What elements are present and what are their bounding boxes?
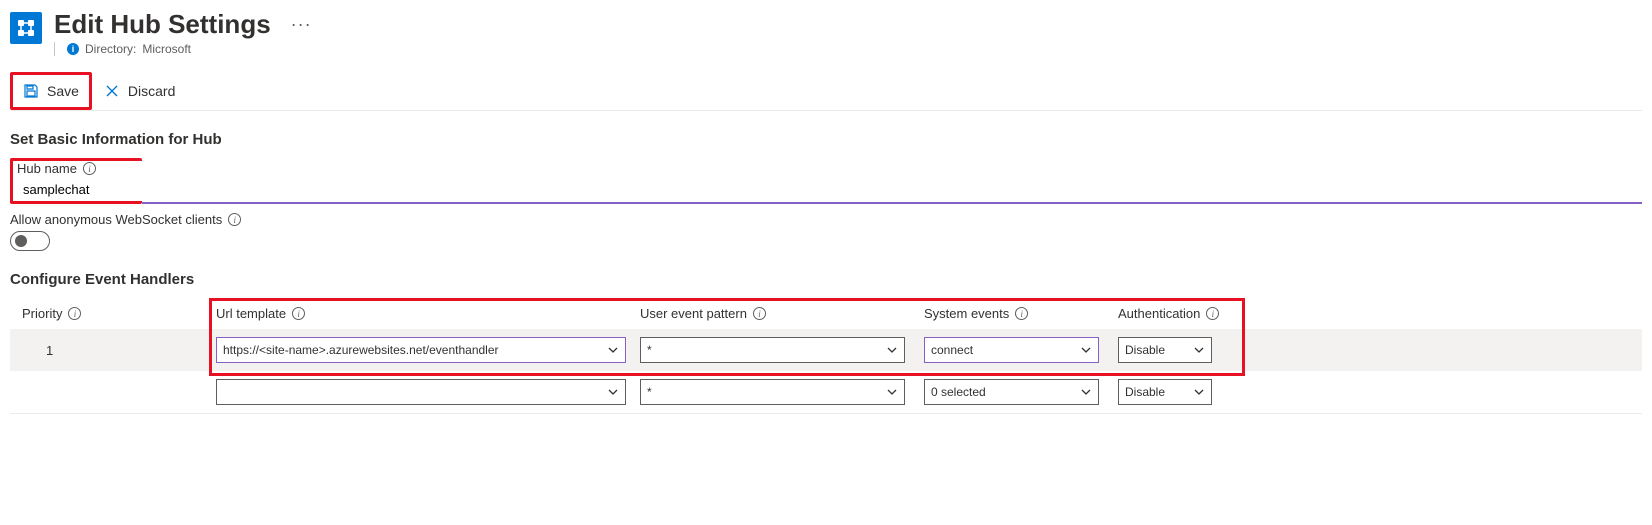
directory-value: Microsoft	[142, 42, 191, 56]
col-system-label: System events	[924, 306, 1009, 321]
basic-info-section: Set Basic Information for Hub Hub name i…	[10, 131, 1642, 251]
url-template-value: https://<site-name>.azurewebsites.net/ev…	[223, 343, 607, 357]
page-header: Edit Hub Settings ··· i Directory: Micro…	[10, 10, 1642, 60]
col-user-event: User event pattern i	[640, 306, 920, 321]
event-handlers-section: Configure Event Handlers Priority i Url …	[10, 271, 1642, 414]
info-icon[interactable]: i	[228, 213, 241, 226]
authentication-select[interactable]: Disable	[1118, 379, 1212, 405]
info-icon[interactable]: i	[753, 307, 766, 320]
info-icon[interactable]: i	[1015, 307, 1028, 320]
hub-name-input[interactable]	[142, 179, 1642, 204]
hub-name-field: Hub name i	[10, 158, 1642, 204]
col-priority: Priority i	[22, 306, 212, 321]
col-authentication: Authentication i	[1118, 306, 1630, 321]
info-icon[interactable]: i	[83, 162, 96, 175]
authentication-value: Disable	[1125, 385, 1193, 399]
chevron-down-icon	[1080, 344, 1092, 356]
user-event-input[interactable]: *	[640, 379, 905, 405]
close-icon	[104, 83, 120, 99]
system-events-value: 0 selected	[931, 385, 1080, 399]
hub-name-label: Hub name	[17, 161, 77, 176]
allow-anon-toggle[interactable]	[10, 231, 50, 251]
priority-value: 1	[22, 343, 212, 358]
chevron-down-icon	[607, 386, 619, 398]
table-row: * 0 selected Disable	[10, 371, 1642, 414]
hub-name-input-part[interactable]	[17, 178, 138, 201]
chevron-down-icon	[1193, 386, 1205, 398]
col-url-template: Url template i	[216, 306, 636, 321]
info-icon[interactable]: i	[292, 307, 305, 320]
allow-anon-label: Allow anonymous WebSocket clients	[10, 212, 222, 227]
directory-label: Directory:	[85, 42, 136, 56]
user-event-value: *	[647, 385, 886, 399]
col-url-label: Url template	[216, 306, 286, 321]
resource-icon	[10, 12, 42, 44]
col-system-events: System events i	[924, 306, 1114, 321]
col-priority-label: Priority	[22, 306, 62, 321]
basic-section-title: Set Basic Information for Hub	[10, 131, 1642, 148]
info-icon[interactable]: i	[1206, 307, 1219, 320]
chevron-down-icon	[1193, 344, 1205, 356]
save-icon	[23, 83, 39, 99]
info-icon: i	[67, 43, 79, 55]
col-user-label: User event pattern	[640, 306, 747, 321]
handlers-table-wrap: Priority i Url template i User event pat…	[10, 298, 1642, 414]
system-events-select[interactable]: connect	[924, 337, 1099, 363]
chevron-down-icon	[886, 344, 898, 356]
page-title: Edit Hub Settings	[54, 10, 271, 38]
url-template-input[interactable]: https://<site-name>.azurewebsites.net/ev…	[216, 337, 626, 363]
col-auth-label: Authentication	[1118, 306, 1200, 321]
system-events-value: connect	[931, 343, 1080, 357]
user-event-input[interactable]: *	[640, 337, 905, 363]
discard-button[interactable]: Discard	[94, 75, 185, 107]
header-text-block: Edit Hub Settings ··· i Directory: Micro…	[54, 10, 312, 56]
discard-label: Discard	[128, 83, 175, 99]
highlight-hubname: Hub name i	[10, 158, 142, 204]
toggle-knob	[15, 235, 27, 247]
directory-row: i Directory: Microsoft	[54, 42, 312, 56]
url-template-input[interactable]	[216, 379, 626, 405]
table-header: Priority i Url template i User event pat…	[10, 298, 1642, 329]
handlers-section-title: Configure Event Handlers	[10, 271, 1642, 288]
table-row: 1 https://<site-name>.azurewebsites.net/…	[10, 329, 1642, 371]
handlers-table: Priority i Url template i User event pat…	[10, 298, 1642, 414]
more-actions-button[interactable]: ···	[291, 14, 312, 35]
highlight-save: Save	[10, 72, 92, 110]
command-bar: Save Discard	[10, 72, 1642, 111]
chevron-down-icon	[1080, 386, 1092, 398]
info-icon[interactable]: i	[68, 307, 81, 320]
system-events-select[interactable]: 0 selected	[924, 379, 1099, 405]
hub-icon	[16, 18, 36, 38]
authentication-value: Disable	[1125, 343, 1193, 357]
allow-anon-row: Allow anonymous WebSocket clients i	[10, 212, 1642, 227]
save-button[interactable]: Save	[13, 75, 89, 107]
user-event-value: *	[647, 343, 886, 357]
chevron-down-icon	[886, 386, 898, 398]
save-label: Save	[47, 83, 79, 99]
authentication-select[interactable]: Disable	[1118, 337, 1212, 363]
chevron-down-icon	[607, 344, 619, 356]
